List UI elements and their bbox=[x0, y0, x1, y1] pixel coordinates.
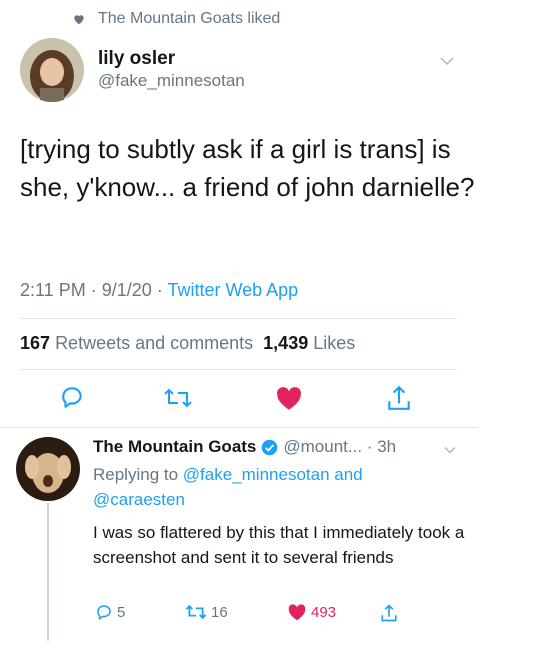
social-context: The Mountain Goats liked bbox=[72, 10, 280, 28]
author-handle[interactable]: @fake_minnesotan bbox=[98, 71, 245, 91]
meta-separator: · bbox=[362, 437, 378, 456]
likes-count[interactable]: 1,439 bbox=[263, 333, 308, 353]
replying-to: Replying to @fake_minnesotan and @caraes… bbox=[93, 462, 483, 512]
like-icon[interactable] bbox=[275, 385, 303, 411]
likes-label[interactable]: Likes bbox=[313, 333, 355, 353]
reply-time[interactable]: 3h bbox=[377, 437, 396, 457]
reply-reply-action[interactable]: 5 bbox=[95, 603, 125, 621]
divider bbox=[0, 427, 478, 428]
like-icon[interactable] bbox=[287, 603, 307, 621]
verified-badge-icon bbox=[262, 439, 278, 455]
retweets-count[interactable]: 167 bbox=[20, 333, 50, 353]
retweet-icon[interactable] bbox=[163, 386, 193, 410]
replying-and[interactable]: and bbox=[334, 465, 362, 484]
reply-author-handle[interactable]: @mount... bbox=[283, 437, 362, 457]
reply-count: 5 bbox=[117, 603, 126, 621]
tweet-stats: 167 Retweets and comments 1,439 Likes bbox=[20, 333, 355, 354]
reply-header: The Mountain Goats @mount... · 3h bbox=[93, 437, 396, 457]
tweet-text: [trying to subtly ask if a girl is trans… bbox=[20, 134, 475, 202]
tweet-meta: 2:11 PM · 9/1/20 · Twitter Web App bbox=[20, 280, 298, 301]
reply-text: I was so flattered by this that I immedi… bbox=[93, 523, 465, 567]
meta-separator: · bbox=[156, 280, 168, 300]
retweet-icon[interactable] bbox=[185, 603, 207, 621]
heart-icon bbox=[74, 15, 84, 25]
meta-separator: · bbox=[90, 280, 102, 300]
replying-user-link[interactable]: @fake_minnesotan bbox=[183, 465, 330, 484]
chevron-down-icon[interactable] bbox=[440, 56, 454, 66]
replying-user-link[interactable]: @caraesten bbox=[93, 490, 185, 509]
reply-author-name[interactable]: The Mountain Goats bbox=[93, 437, 256, 457]
reply-retweet-action[interactable]: 16 bbox=[185, 603, 228, 621]
tweet-date: 9/1/20 bbox=[101, 280, 152, 300]
tweet-time: 2:11 PM bbox=[20, 280, 86, 300]
author-name[interactable]: lily osler bbox=[98, 48, 175, 70]
share-icon[interactable] bbox=[386, 384, 412, 412]
reply-icon[interactable] bbox=[59, 384, 85, 410]
divider bbox=[20, 318, 457, 319]
avatar[interactable] bbox=[20, 38, 84, 102]
like-count: 493 bbox=[311, 603, 337, 621]
retweets-label[interactable]: Retweets and comments bbox=[55, 333, 253, 353]
share-icon[interactable] bbox=[380, 603, 398, 623]
thread-line bbox=[47, 503, 49, 641]
reply-icon[interactable] bbox=[95, 603, 113, 621]
reply-share-action[interactable] bbox=[380, 603, 402, 623]
reply-avatar[interactable] bbox=[16, 437, 80, 501]
tweet-source[interactable]: Twitter Web App bbox=[167, 280, 298, 300]
replying-prefix: Replying to bbox=[93, 465, 179, 484]
social-context-text: The Mountain Goats liked bbox=[98, 10, 281, 27]
reply-like-action[interactable]: 493 bbox=[287, 603, 336, 621]
chevron-down-icon[interactable] bbox=[444, 446, 456, 454]
divider bbox=[20, 369, 457, 370]
retweet-count: 16 bbox=[211, 603, 228, 621]
